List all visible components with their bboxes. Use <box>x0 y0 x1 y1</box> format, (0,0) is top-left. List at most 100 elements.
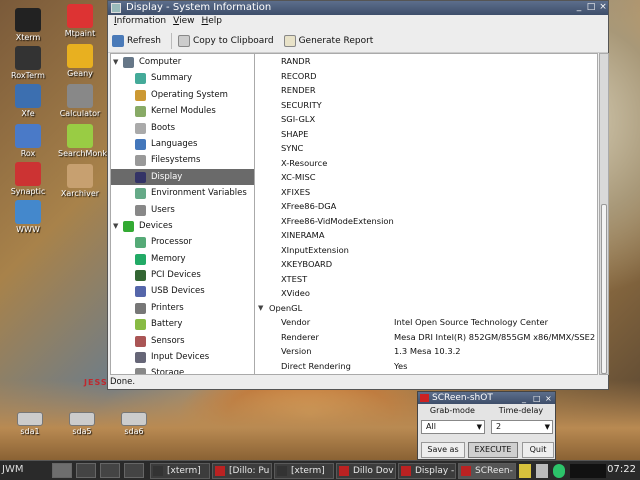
drive-label: sda1 <box>20 427 40 436</box>
pager-desktop-4[interactable] <box>124 463 144 478</box>
taskbar: JWM [xterm] [Dillo: Pu [xterm] Dillo Dov Dis… <box>0 460 640 480</box>
report-button[interactable]: Generate Report <box>283 34 373 47</box>
pager-desktop-3[interactable] <box>100 463 120 478</box>
desktop-icon-www[interactable]: WWW <box>6 200 50 234</box>
taskbar-task-label: [xterm] <box>291 466 325 476</box>
taskbar-task-label: Display - <box>415 466 455 476</box>
desktop-icon-rox[interactable]: Rox <box>6 124 50 158</box>
expander-icon[interactable]: ▼ <box>113 218 118 234</box>
taskbar-task[interactable]: [xterm] <box>274 463 334 479</box>
env-icon <box>135 188 146 200</box>
close-icon[interactable]: × <box>598 3 608 13</box>
detail-row: XFree86-VidModeExtension <box>255 214 597 229</box>
memory-icon <box>135 253 146 265</box>
minimize-icon[interactable]: _ <box>522 393 526 405</box>
detail-scrollbar[interactable] <box>599 53 609 375</box>
menu-help[interactable]: Help <box>201 15 227 29</box>
drive-sda5[interactable]: sda5 <box>60 412 104 436</box>
detail-panel[interactable]: RANDR RECORD RENDER SECURITY SGI-GLX SHAPE SYN… <box>254 53 598 375</box>
desktop-icon-mtpaint[interactable]: Mtpaint <box>58 4 102 38</box>
detail-key: SYNC <box>281 143 304 153</box>
package-icon <box>15 162 41 186</box>
screenshot-app-icon <box>420 394 429 402</box>
volume-icon[interactable] <box>536 464 548 478</box>
drive-icon <box>17 412 43 426</box>
desktop-icon-synaptic[interactable]: Synaptic <box>6 162 50 196</box>
detail-key: SGI-GLX <box>281 114 316 124</box>
taskbar-task[interactable]: [xterm] <box>150 463 210 479</box>
save-as-button[interactable]: Save as <box>421 442 465 458</box>
terminal-icon <box>15 8 41 32</box>
minimize-icon[interactable]: _ <box>574 3 584 13</box>
grab-mode-value: All <box>426 422 436 431</box>
screenshot-titlebar[interactable]: SCReen-shOT _ □ × <box>418 392 555 404</box>
browser-icon <box>15 200 41 224</box>
os-icon <box>135 89 146 101</box>
tree-item-label: Users <box>151 204 175 215</box>
detail-key: X-Resource <box>281 157 328 168</box>
drive-icon <box>121 412 147 426</box>
execute-button[interactable]: EXECUTE <box>468 442 518 458</box>
tree-item-label: Environment Variables <box>151 188 247 199</box>
grab-mode-select[interactable]: All ▼ <box>421 420 485 434</box>
search-icon <box>67 124 93 148</box>
taskbar-task-label: [Dillo: Pu <box>229 466 270 476</box>
window-titlebar[interactable]: Display - System Information _ □ × <box>108 1 608 15</box>
language-icon <box>135 138 146 150</box>
terminal-icon <box>153 466 163 476</box>
detail-key: SECURITY <box>281 99 322 110</box>
tree-item-label: Processor <box>151 237 192 248</box>
drive-sda1[interactable]: sda1 <box>8 412 52 436</box>
expander-icon[interactable]: ▼ <box>258 301 263 316</box>
desktop-icon-calculator[interactable]: Calculator <box>58 84 102 118</box>
input-icon <box>135 352 146 364</box>
menu-view[interactable]: View <box>173 15 199 29</box>
clipboard-tray-icon[interactable] <box>519 464 531 478</box>
section-header: ▼ OpenGL <box>255 301 597 316</box>
taskbar-task-label: [xterm] <box>167 466 201 476</box>
desktop-icon-geany[interactable]: Geany <box>58 44 102 78</box>
detail-key: RECORD <box>281 70 317 81</box>
computer-icon <box>123 57 134 68</box>
screenshot-dialog[interactable]: SCReen-shOT _ □ × Grab-mode Time-delay A… <box>417 391 556 460</box>
pager-desktop-1[interactable] <box>52 463 72 478</box>
close-icon[interactable]: × <box>545 393 552 405</box>
quit-button[interactable]: Quit <box>522 442 554 458</box>
dillo-icon <box>215 466 225 476</box>
delay-value: 2 <box>496 422 502 431</box>
taskbar-task[interactable]: Display - <box>398 463 456 479</box>
network-icon[interactable] <box>553 464 565 478</box>
taskbar-task[interactable]: Dillo Dov <box>336 463 396 479</box>
detail-scroll-thumb[interactable] <box>601 204 607 374</box>
devices-icon <box>123 220 134 232</box>
desktop-icon-xfe[interactable]: Xfe <box>6 84 50 118</box>
cpu-graph-icon <box>570 464 606 478</box>
delay-select[interactable]: 2 ▼ <box>491 420 553 434</box>
detail-row: Vendor Intel Open Source Technology Cente… <box>255 315 597 330</box>
drive-sda6[interactable]: sda6 <box>112 412 156 436</box>
tree-item-label: PCI Devices <box>151 270 201 281</box>
desktop-icon-xarchiver[interactable]: Xarchiver <box>58 164 102 198</box>
maximize-icon[interactable]: □ <box>586 3 596 13</box>
pager-desktop-2[interactable] <box>76 463 96 478</box>
detail-value: 1.3 Mesa 10.3.2 <box>394 346 461 356</box>
expander-icon[interactable]: ▼ <box>113 54 118 70</box>
desktop-icon-roxterm[interactable]: RoxTerm <box>6 46 50 80</box>
copy-button[interactable]: Copy to Clipboard <box>178 34 274 47</box>
clock[interactable]: 07:22 <box>607 464 636 475</box>
taskbar-task[interactable]: SCReen- <box>458 463 516 479</box>
toolbar: Refresh Copy to Clipboard Generate Repor… <box>108 29 608 53</box>
desktop-icon-xterm[interactable]: Xterm <box>6 8 50 42</box>
tree-item-label: Battery <box>151 319 183 330</box>
tree-item-label: Printers <box>151 302 184 313</box>
system-info-window[interactable]: Display - System Information _ □ × Infor… <box>107 0 609 390</box>
detail-key: SHAPE <box>281 128 309 139</box>
tree-item-label: Operating System <box>151 89 228 100</box>
refresh-button[interactable]: Refresh <box>112 34 161 47</box>
desktop-icon-searchmonkey[interactable]: SearchMonkey <box>58 124 116 158</box>
taskbar-task[interactable]: [Dillo: Pu <box>212 463 272 479</box>
maximize-icon[interactable]: □ <box>533 393 541 405</box>
start-menu-button[interactable]: JWM <box>2 464 23 475</box>
detail-row: XVideo <box>255 286 597 301</box>
menu-information[interactable]: Information <box>114 15 171 29</box>
